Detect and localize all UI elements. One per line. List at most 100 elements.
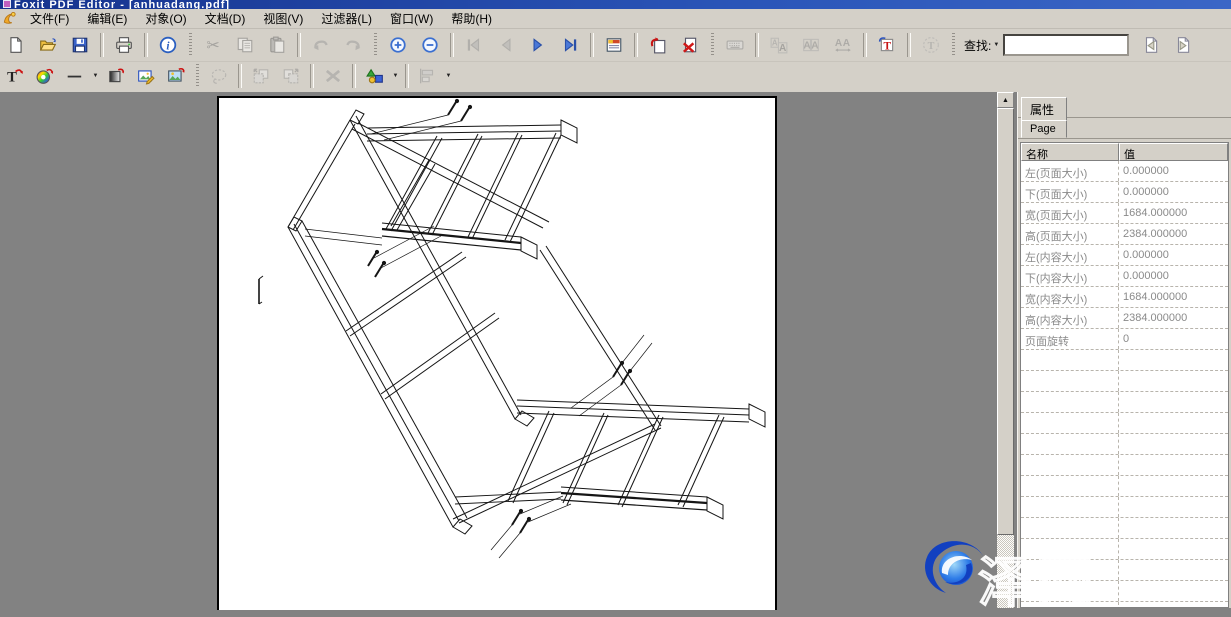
- add-shading-icon: [107, 67, 125, 85]
- find-input[interactable]: [1003, 34, 1129, 56]
- property-row[interactable]: 下(内容大小)0.000000: [1021, 266, 1228, 287]
- property-value[interactable]: 0.000000: [1119, 182, 1228, 202]
- property-name: 下(页面大小): [1021, 182, 1119, 202]
- property-row[interactable]: 宽(页面大小)1684.000000: [1021, 203, 1228, 224]
- page-form-button[interactable]: [599, 32, 629, 59]
- zoom-out-button[interactable]: [415, 32, 445, 59]
- edit-menu[interactable]: 编辑(E): [78, 8, 136, 30]
- save-button[interactable]: [65, 32, 95, 59]
- property-row[interactable]: 高(内容大小)2384.000000: [1021, 308, 1228, 329]
- insert-shape-dropdown-arrow[interactable]: ▼: [390, 64, 401, 89]
- keyboard-icon: [726, 36, 744, 54]
- toolbar-drag-handle[interactable]: [952, 33, 955, 57]
- last-page-button[interactable]: [555, 32, 585, 59]
- property-name: [1021, 455, 1119, 475]
- file-menu[interactable]: 文件(F): [21, 8, 78, 30]
- toolbar-drag-handle[interactable]: [196, 64, 199, 88]
- properties-tab[interactable]: 属性: [1021, 97, 1067, 121]
- toolbar-separator: [634, 33, 638, 57]
- find-dropdown-arrow[interactable]: ▼: [993, 42, 999, 48]
- delete-page-button[interactable]: [675, 32, 705, 59]
- property-name: 宽(页面大小): [1021, 203, 1119, 223]
- property-value[interactable]: 1684.000000: [1119, 287, 1228, 307]
- font-replace-button: AA: [764, 32, 794, 59]
- align-button: [414, 64, 442, 89]
- insert-page-button[interactable]: [643, 32, 673, 59]
- print-button[interactable]: [109, 32, 139, 59]
- toolbar-main: i✂AAAAAATT 查找: ▼: [0, 29, 1231, 62]
- add-color-icon: [36, 67, 54, 85]
- document-info-button[interactable]: i: [153, 32, 183, 59]
- add-image-button[interactable]: [162, 64, 190, 89]
- property-row[interactable]: 左(页面大小)0.000000: [1021, 161, 1228, 182]
- toolbar-drag-handle[interactable]: [711, 33, 714, 57]
- document-menu[interactable]: 文档(D): [196, 8, 255, 30]
- edit-image-button[interactable]: [132, 64, 160, 89]
- circle-text-button: T: [916, 32, 946, 59]
- add-shading-button[interactable]: [102, 64, 130, 89]
- window-menu[interactable]: 窗口(W): [381, 8, 442, 30]
- open-folder-button[interactable]: [33, 32, 63, 59]
- page-tab[interactable]: Page: [1021, 120, 1067, 138]
- font-replace-icon: AA: [770, 36, 788, 54]
- property-value[interactable]: 2384.000000: [1119, 224, 1228, 244]
- property-value[interactable]: 2384.000000: [1119, 308, 1228, 328]
- line-style-dropdown-arrow[interactable]: ▼: [90, 64, 101, 89]
- scrollbar-thumb[interactable]: [997, 108, 1014, 535]
- property-row-empty: [1021, 413, 1228, 434]
- toolbar-edit: T ▼ ▼ ▼: [0, 62, 1231, 90]
- save-icon: [71, 36, 89, 54]
- insert-text-button[interactable]: T: [872, 32, 902, 59]
- find-prev-button[interactable]: [1136, 32, 1166, 59]
- filter-menu[interactable]: 过滤器(L): [312, 8, 381, 30]
- delete-object-icon: [324, 67, 342, 85]
- property-value[interactable]: 0.000000: [1119, 245, 1228, 265]
- property-row[interactable]: 高(页面大小)2384.000000: [1021, 224, 1228, 245]
- lasso-button: [205, 64, 233, 89]
- align-dropdown-arrow[interactable]: ▼: [443, 64, 454, 89]
- toolbar-separator: [863, 33, 867, 57]
- print-icon: [115, 36, 133, 54]
- watermark-text: 泽网: [978, 538, 1098, 617]
- property-row[interactable]: 左(内容大小)0.000000: [1021, 245, 1228, 266]
- svg-text:A: A: [811, 40, 819, 51]
- new-document-button[interactable]: [1, 32, 31, 59]
- insert-shape-button[interactable]: [361, 64, 389, 89]
- toolbar-separator: [450, 33, 454, 57]
- property-value[interactable]: 1684.000000: [1119, 203, 1228, 223]
- svg-text:A: A: [835, 38, 843, 49]
- property-value: [1119, 476, 1228, 496]
- property-name: [1021, 518, 1119, 538]
- find-next-button[interactable]: [1168, 32, 1198, 59]
- order-forward-icon: [282, 67, 300, 85]
- add-text-button[interactable]: T: [1, 64, 29, 89]
- property-value[interactable]: 0.000000: [1119, 266, 1228, 286]
- page-form-icon: [605, 36, 623, 54]
- view-menu[interactable]: 视图(V): [254, 8, 312, 30]
- help-menu[interactable]: 帮助(H): [442, 8, 501, 30]
- property-value: [1119, 434, 1228, 454]
- property-value: [1119, 560, 1228, 580]
- property-value: [1119, 350, 1228, 370]
- edit-image-icon: [137, 67, 155, 85]
- find-next-icon: [1174, 36, 1192, 54]
- property-value[interactable]: 0: [1119, 329, 1228, 349]
- property-row[interactable]: 宽(内容大小)1684.000000: [1021, 287, 1228, 308]
- pdf-page[interactable]: [217, 96, 777, 610]
- undo-button: [306, 32, 336, 59]
- properties-table-header: 名称 值: [1021, 143, 1228, 161]
- workspace: ▲ 属性 Page 名称 值 左(页面大小)0.000000下(页面大小)0.0…: [0, 92, 1231, 608]
- toolbar-drag-handle[interactable]: [189, 33, 192, 57]
- next-page-button[interactable]: [523, 32, 553, 59]
- vertical-scrollbar[interactable]: ▲: [997, 92, 1014, 608]
- property-row[interactable]: 页面旋转0: [1021, 329, 1228, 350]
- prev-page-icon: [497, 36, 515, 54]
- line-style-button[interactable]: [61, 64, 89, 89]
- property-value[interactable]: 0.000000: [1119, 161, 1228, 181]
- scroll-up-button[interactable]: ▲: [997, 92, 1014, 108]
- toolbar-drag-handle[interactable]: [374, 33, 377, 57]
- add-color-button[interactable]: [31, 64, 59, 89]
- property-row[interactable]: 下(页面大小)0.000000: [1021, 182, 1228, 203]
- zoom-in-button[interactable]: [383, 32, 413, 59]
- object-menu[interactable]: 对象(O): [136, 8, 195, 30]
